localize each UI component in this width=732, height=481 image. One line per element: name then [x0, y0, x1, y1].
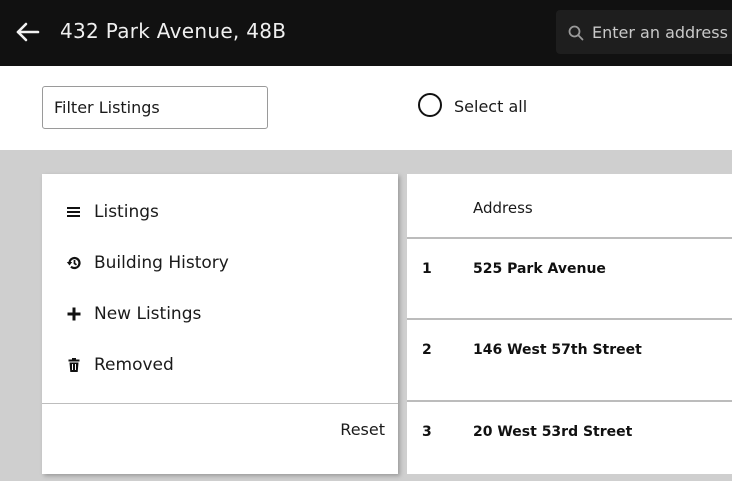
search-icon: [568, 25, 584, 41]
table-row[interactable]: 2 146 West 57th Street: [407, 319, 732, 399]
trash-icon: [68, 358, 80, 372]
history-icon: [66, 256, 81, 270]
plus-icon: [67, 307, 81, 321]
back-button[interactable]: [14, 17, 42, 47]
listings-table: Address 1 525 Park Avenue 2 146 West 57t…: [407, 174, 732, 474]
page-title: 432 Park Avenue, 48B: [60, 19, 287, 43]
list-icon: [67, 207, 80, 217]
radio-circle-icon[interactable]: [418, 93, 442, 117]
address-search[interactable]: [556, 10, 732, 54]
menu-item-label: New Listings: [94, 304, 202, 324]
menu-item-label: Listings: [94, 202, 159, 222]
row-address: 525 Park Avenue: [473, 261, 606, 277]
menu-item-label: Building History: [94, 253, 229, 273]
menu-item-removed[interactable]: Removed: [42, 345, 398, 385]
menu-item-new-listings[interactable]: New Listings: [42, 294, 398, 334]
filter-listings-dropdown[interactable]: Filter Listings: [42, 86, 268, 129]
table-header: Address: [407, 174, 732, 237]
menu-item-label: Removed: [94, 355, 174, 375]
menu-item-building-history[interactable]: Building History: [42, 243, 398, 283]
arrow-left-icon: [16, 22, 40, 42]
search-input[interactable]: [592, 19, 732, 45]
row-number: 3: [422, 424, 432, 440]
row-address: 146 West 57th Street: [473, 342, 642, 358]
table-row[interactable]: 3 20 West 53rd Street: [407, 401, 732, 481]
column-header-address[interactable]: Address: [473, 199, 533, 217]
row-address: 20 West 53rd Street: [473, 424, 633, 440]
top-bar: 432 Park Avenue, 48B: [0, 0, 732, 66]
filter-listings-label: Filter Listings: [54, 98, 160, 117]
panel-divider: [42, 403, 398, 404]
reset-button[interactable]: Reset: [340, 420, 385, 439]
row-number: 2: [422, 342, 432, 358]
filter-bar: Filter Listings Select all: [0, 66, 732, 150]
menu-item-listings[interactable]: Listings: [42, 192, 398, 232]
side-menu-panel: Listings Building History New Listings R…: [42, 174, 398, 474]
row-number: 1: [422, 261, 432, 277]
select-all-label: Select all: [454, 97, 528, 116]
table-row[interactable]: 1 525 Park Avenue: [407, 238, 732, 318]
